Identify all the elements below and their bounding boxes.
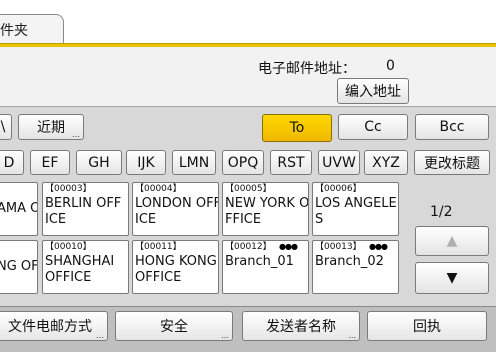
- entry-id: 【00010】: [45, 242, 92, 252]
- page-down-button[interactable]: ▼: [415, 262, 489, 294]
- email-count-value: 0: [386, 58, 395, 74]
- index-key-lmn[interactable]: LMN: [172, 150, 216, 175]
- address-entry[interactable]: 【00006】 LOS ANGELE S: [312, 182, 399, 236]
- bcc-button[interactable]: Bcc: [415, 114, 489, 140]
- entry-name: NG OF: [0, 259, 38, 274]
- address-entry[interactable]: AMA O: [0, 182, 38, 236]
- email-count-label: 电子邮件地址：: [258, 61, 356, 77]
- address-entry[interactable]: 【00004】 LONDON OFF ICE: [132, 182, 219, 236]
- entry-id: 【00003】: [45, 184, 92, 194]
- entry-name: LOS ANGELE S: [315, 196, 397, 227]
- index-key-xyz[interactable]: XYZ: [364, 150, 408, 175]
- index-key-uvw[interactable]: UVW: [318, 150, 360, 175]
- address-entry[interactable]: 【00003】 BERLIN OFF ICE: [42, 182, 129, 236]
- group-icon: ●●●: [369, 242, 388, 251]
- entry-name: LONDON OFF ICE: [135, 196, 219, 227]
- entry-name: Branch_01: [225, 254, 294, 269]
- address-entry[interactable]: 【00011】 HONG KONG OFFICE: [132, 240, 219, 294]
- filter-partial-button[interactable]: \: [0, 114, 12, 140]
- index-key-d[interactable]: D: [0, 150, 24, 175]
- page-indicator: 1/2: [430, 204, 453, 220]
- entry-name: Branch_02: [315, 254, 384, 269]
- address-entry[interactable]: 【00005】 NEW YORK O FFICE: [222, 182, 309, 236]
- receipt-button[interactable]: 回执: [367, 311, 487, 341]
- entry-id: 【00011】: [135, 242, 182, 252]
- entry-name: HONG KONG OFFICE: [135, 254, 217, 285]
- index-key-opq[interactable]: OPQ: [222, 150, 264, 175]
- entry-id: 【00012】: [225, 242, 272, 252]
- security-button[interactable]: 安全: [115, 311, 233, 341]
- address-entry[interactable]: NG OF: [0, 240, 38, 294]
- entry-id: 【00006】: [315, 184, 362, 194]
- tab-label: 邮件夹: [0, 23, 28, 39]
- index-key-ef[interactable]: EF: [30, 150, 70, 175]
- address-panel: [0, 47, 496, 107]
- entry-id: 【00005】: [225, 184, 272, 194]
- address-entry[interactable]: 【00013】 ●●● Branch_02: [312, 240, 399, 294]
- address-entry[interactable]: 【00010】 SHANGHAI OFFICE: [42, 240, 129, 294]
- enter-address-button[interactable]: 编入地址: [337, 78, 409, 104]
- index-key-ijk[interactable]: IJK: [126, 150, 166, 175]
- entry-name: BERLIN OFF ICE: [45, 196, 122, 227]
- edit-title-button[interactable]: 更改标题: [414, 150, 490, 175]
- entry-name: NEW YORK O FFICE: [225, 196, 309, 227]
- sender-name-button[interactable]: 发送者名称: [242, 311, 360, 341]
- cc-button[interactable]: Cc: [338, 114, 408, 140]
- page-up-button[interactable]: ▲: [415, 226, 489, 256]
- up-arrow-icon: ▲: [446, 233, 458, 249]
- entry-id: 【00004】: [135, 184, 182, 194]
- address-entry[interactable]: 【00012】 ●●● Branch_01: [222, 240, 309, 294]
- index-key-gh[interactable]: GH: [76, 150, 122, 175]
- entry-name: AMA O: [0, 201, 37, 216]
- group-icon: ●●●: [279, 242, 298, 251]
- to-button[interactable]: To: [262, 114, 332, 142]
- file-email-method-button[interactable]: 文件电邮方式: [0, 311, 108, 341]
- tab-bar: [0, 0, 496, 44]
- recent-button[interactable]: 近期: [18, 114, 84, 140]
- entry-name: SHANGHAI OFFICE: [45, 254, 115, 285]
- down-arrow-icon: ▼: [446, 270, 458, 286]
- index-key-rst[interactable]: RST: [270, 150, 312, 175]
- entry-id: 【00013】: [315, 242, 362, 252]
